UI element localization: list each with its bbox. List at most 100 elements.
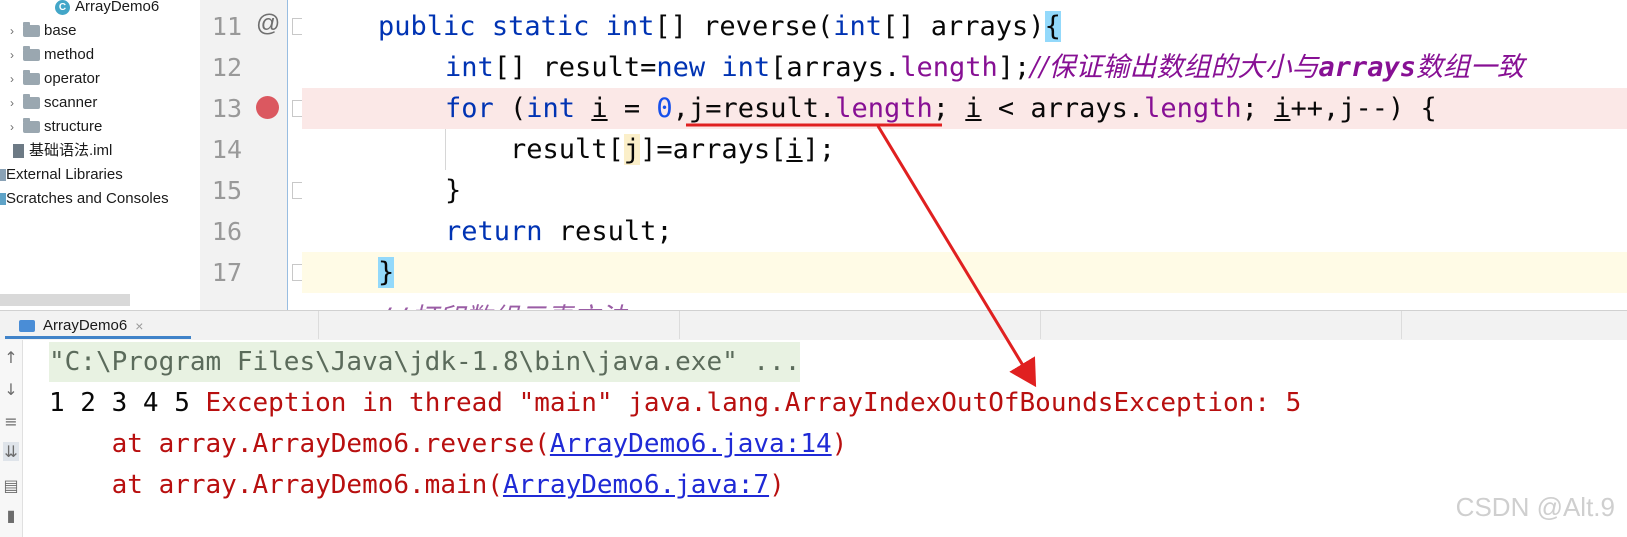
code-text: ;	[1241, 93, 1275, 124]
trace-text: at array.ArrayDemo6.reverse(	[49, 429, 550, 459]
folder-icon	[23, 94, 40, 109]
tree-horizontal-scrollbar[interactable]	[0, 294, 130, 306]
code-editor[interactable]: public static int[] reverse(int[] arrays…	[302, 0, 1627, 310]
code-text: =result.	[705, 93, 836, 124]
tree-item-label: structure	[44, 118, 103, 135]
run-config-icon	[19, 319, 35, 332]
project-tree: C ArrayDemo6 › base › method › operator …	[0, 0, 200, 318]
field-name: length	[835, 93, 933, 124]
code-text: }	[445, 175, 462, 206]
chevron-right-icon[interactable]: ›	[5, 91, 19, 115]
source-link[interactable]: ArrayDemo6.java:14	[550, 429, 832, 459]
watermark: CSDN @Alt.9	[1455, 492, 1615, 522]
trace-text: )	[831, 429, 848, 459]
tree-item-base[interactable]: › base	[5, 19, 77, 43]
source-link[interactable]: ArrayDemo6.java:7	[503, 470, 769, 500]
code-text: [] reverse(	[654, 11, 834, 42]
program-output: 1 2 3 4 5	[49, 388, 206, 418]
console-toolbar: ↑ ↓ ≡ ⇊ ▤ ▮	[0, 340, 23, 537]
code-text: result;	[542, 216, 673, 247]
code-line-partial: //打印数组元素方法	[378, 296, 627, 310]
close-icon[interactable]: ×	[135, 318, 143, 334]
tree-item-external-libraries[interactable]: External Libraries	[0, 163, 123, 187]
variable: i	[965, 93, 982, 124]
line-number: 11	[211, 12, 242, 41]
stack-trace-line: at array.ArrayDemo6.reverse(ArrayDemo6.j…	[49, 424, 848, 464]
keyword: new	[656, 52, 706, 83]
scroll-to-end-icon[interactable]: ⇊	[3, 442, 19, 461]
code-text: result[	[510, 134, 624, 165]
tree-item-structure[interactable]: › structure	[5, 115, 102, 139]
chevron-right-icon[interactable]: ›	[5, 67, 19, 91]
code-text: < arrays.	[981, 93, 1145, 124]
variable: i	[1274, 93, 1291, 124]
console-exception-line: 1 2 3 4 5 Exception in thread "main" jav…	[49, 383, 1301, 423]
code-comment: 数组一致	[1416, 52, 1525, 83]
implements-at-icon[interactable]: @	[256, 10, 280, 38]
line-number: 16	[211, 217, 242, 246]
variable: i	[786, 134, 803, 165]
line-number: 17	[211, 258, 242, 287]
print-icon[interactable]: ▤	[3, 476, 19, 495]
arrow-up-icon[interactable]: ↑	[3, 348, 19, 367]
tree-item-label: ArrayDemo6	[75, 0, 160, 15]
tab-label: ArrayDemo6	[43, 317, 128, 334]
line-number: 12	[211, 53, 242, 82]
keyword: public	[378, 11, 476, 42]
arrow-down-icon[interactable]: ↓	[3, 380, 19, 399]
code-line-13[interactable]: for (int i = 0,j=result.length; i < arra…	[302, 88, 1627, 129]
console-output[interactable]: "C:\Program Files\Java\jdk-1.8\bin\java.…	[23, 340, 1627, 537]
keyword: int	[721, 52, 771, 83]
run-tool-window-header: ArrayDemo6 ×	[0, 310, 1627, 341]
trace-text: at array.ArrayDemo6.main(	[49, 470, 503, 500]
keyword: static	[491, 11, 590, 42]
chevron-right-icon[interactable]: ›	[5, 115, 19, 139]
folder-icon	[23, 46, 40, 61]
tree-item-scratches[interactable]: Scratches and Consoles	[0, 187, 169, 211]
divider	[318, 311, 319, 339]
code-text: (	[493, 93, 527, 124]
code-comment: //保证输出数组的大小与	[1030, 52, 1319, 83]
tree-item-arraydemo6[interactable]: C ArrayDemo6	[55, 0, 159, 19]
code-text: ]=arrays[	[640, 134, 787, 165]
code-text: [arrays.	[770, 52, 901, 83]
code-line-14[interactable]: result[j]=arrays[i];	[302, 129, 1627, 170]
keyword: return	[445, 216, 543, 247]
folder-icon	[23, 22, 40, 37]
code-comment: arrays	[1318, 52, 1417, 83]
exception-message: Exception in thread "main" java.lang.Arr…	[205, 388, 1302, 418]
tree-item-operator[interactable]: › operator	[5, 67, 100, 91]
tree-item-iml-file[interactable]: 基础语法.iml	[13, 139, 112, 163]
soft-wrap-icon[interactable]: ≡	[3, 412, 19, 431]
keyword: int	[445, 52, 494, 83]
tree-item-scanner[interactable]: › scanner	[5, 91, 97, 115]
trash-icon[interactable]: ▮	[3, 506, 19, 525]
matched-brace: {	[1044, 11, 1061, 42]
active-tab-indicator	[5, 336, 191, 339]
matched-brace: }	[378, 257, 395, 288]
trace-text: )	[769, 470, 785, 500]
code-line-15[interactable]: }	[302, 170, 1627, 211]
line-number: 15	[211, 176, 242, 205]
tree-item-label: Scratches and Consoles	[6, 190, 169, 207]
tree-item-label: operator	[44, 70, 100, 87]
code-line-17[interactable]: }	[302, 252, 1627, 293]
code-line-16[interactable]: return result;	[302, 211, 1627, 252]
tree-item-label: method	[44, 46, 95, 63]
code-line-11[interactable]: public static int[] reverse(int[] arrays…	[302, 6, 1627, 47]
java-class-icon: C	[55, 0, 70, 15]
code-line-12[interactable]: int[] result=new int[arrays.length];//保证…	[302, 47, 1627, 88]
folder-icon	[23, 70, 40, 85]
variable: j	[623, 134, 641, 165]
breakpoint-icon[interactable]	[256, 96, 279, 119]
keyword: int	[526, 93, 576, 124]
keyword: int	[833, 11, 882, 42]
chevron-right-icon[interactable]: ›	[5, 43, 19, 67]
code-text: ];	[997, 52, 1031, 83]
tree-item-method[interactable]: › method	[5, 43, 94, 67]
chevron-right-icon[interactable]: ›	[5, 19, 19, 43]
keyword: int	[605, 11, 655, 42]
line-number: 13	[211, 94, 242, 123]
folder-icon	[23, 118, 40, 133]
number-literal: 0	[656, 93, 673, 124]
